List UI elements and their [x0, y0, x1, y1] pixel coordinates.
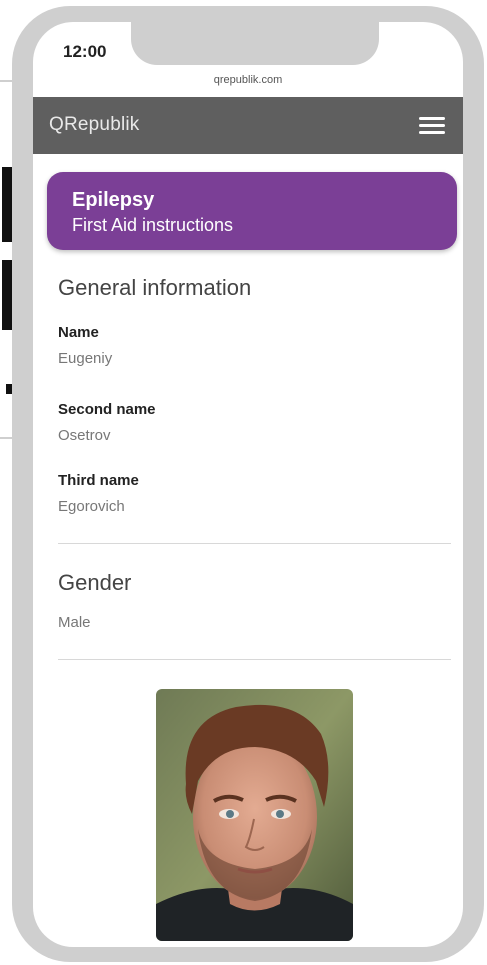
app-bar: QRepublik [33, 97, 463, 154]
condition-banner: Epilepsy First Aid instructions [47, 172, 457, 250]
condition-subtitle: First Aid instructions [72, 215, 234, 235]
status-bar-time: 12:00 [63, 42, 107, 61]
phone-screen: 12:00 qrepublik.com QRepublik Epilepsy F… [33, 22, 463, 947]
phone-notch [131, 22, 379, 65]
gender-heading: Gender [58, 570, 132, 595]
section-divider [58, 659, 451, 660]
second-name-label: Second name [58, 401, 156, 418]
phone-frame: 12:00 qrepublik.com QRepublik Epilepsy F… [12, 6, 484, 962]
second-name-value: Osetrov [58, 427, 111, 444]
general-information-heading: General information [58, 275, 252, 300]
app-title[interactable]: QRepublik [49, 114, 140, 136]
gender-value: Male [58, 614, 91, 631]
name-label: Name [58, 324, 99, 341]
condition-title: Epilepsy [72, 189, 155, 211]
hamburger-menu-icon[interactable] [419, 117, 445, 135]
name-value: Eugeniy [58, 350, 113, 367]
third-name-label: Third name [58, 472, 139, 489]
browser-url[interactable]: qrepublik.com [33, 74, 463, 86]
third-name-value: Egorovich [58, 498, 125, 515]
section-divider [58, 543, 451, 544]
profile-photo [156, 689, 353, 941]
